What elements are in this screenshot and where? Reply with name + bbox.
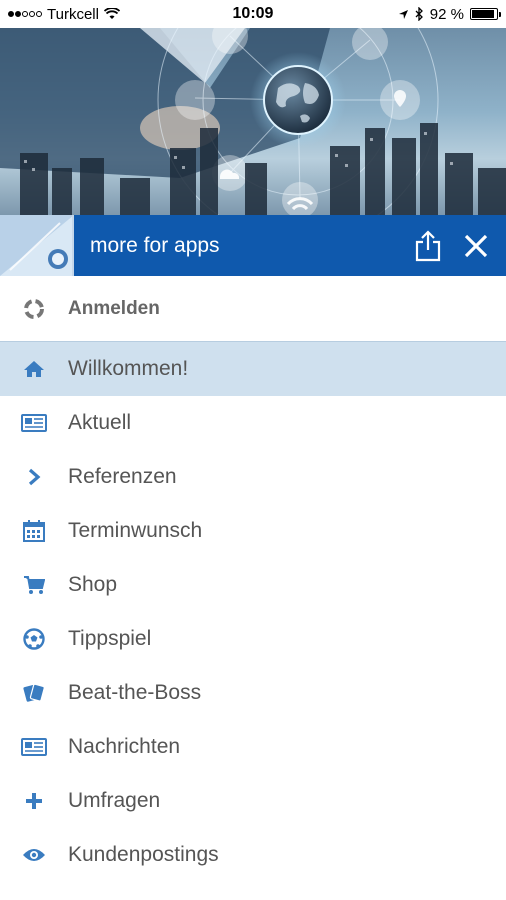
menu-item-label: Referenzen <box>68 464 177 488</box>
plus-icon <box>0 792 68 810</box>
close-icon <box>464 234 488 257</box>
battery-percent: 92 % <box>429 5 464 23</box>
status-left: Turkcell <box>8 6 178 23</box>
city-network-illustration <box>0 28 506 215</box>
chevron-right-icon <box>0 468 68 486</box>
menu-item-label: Shop <box>68 572 118 596</box>
home-icon <box>0 360 68 378</box>
menu-item-label: Anmelden <box>68 297 160 319</box>
status-bar: Turkcell 10:09 92 % <box>0 0 506 28</box>
status-right: 92 % <box>328 5 501 23</box>
menu-item-terminwunsch[interactable]: Terminwunsch <box>0 504 506 558</box>
login-icon <box>0 298 68 320</box>
cart-icon <box>0 575 68 595</box>
wifi-icon <box>103 8 120 19</box>
app-title: more for apps <box>90 233 220 257</box>
share-button[interactable] <box>404 222 452 270</box>
signal-strength-icon <box>8 11 42 17</box>
app-logo <box>0 215 74 276</box>
calendar-icon <box>0 519 68 542</box>
bluetooth-icon <box>415 7 423 21</box>
hero-banner-image <box>0 28 506 215</box>
app-header: more for apps <box>0 215 506 276</box>
close-button[interactable] <box>452 222 500 270</box>
menu-item-tippspiel[interactable]: Tippspiel <box>0 612 506 666</box>
menu-item-label: Beat-the-Boss <box>68 680 202 704</box>
battery-icon <box>470 8 501 20</box>
menu-item-label: Umfragen <box>68 788 161 812</box>
status-time: 10:09 <box>232 5 274 22</box>
menu-item-label: Tippspiel <box>68 626 152 650</box>
location-arrow-icon <box>398 9 408 19</box>
menu-item-label: Kundenpostings <box>68 842 219 866</box>
menu-item-shop[interactable]: Shop <box>0 558 506 612</box>
menu-item-beat-the-boss[interactable]: Beat-the-Boss <box>0 666 506 720</box>
menu-item-umfragen[interactable]: Umfragen <box>0 774 506 828</box>
menu-item-label: Willkommen! <box>68 356 189 380</box>
menu-item-label: Nachrichten <box>68 734 181 758</box>
newspaper-icon <box>0 737 68 756</box>
soccer-ball-icon <box>0 627 68 650</box>
menu-item-aktuell[interactable]: Aktuell <box>0 396 506 450</box>
menu-item-label: Aktuell <box>68 410 132 434</box>
side-menu: Anmelden Willkommen! Aktuell Referenzen … <box>0 276 506 882</box>
menu-item-label: Terminwunsch <box>68 518 203 542</box>
newspaper-icon <box>0 413 68 432</box>
menu-item-nachrichten[interactable]: Nachrichten <box>0 720 506 774</box>
share-icon <box>415 229 441 261</box>
menu-item-willkommen[interactable]: Willkommen! <box>0 342 506 396</box>
menu-item-kundenpostings[interactable]: Kundenpostings <box>0 828 506 882</box>
menu-item-anmelden[interactable]: Anmelden <box>0 276 506 342</box>
carrier-name: Turkcell <box>47 5 99 23</box>
eye-icon <box>0 847 68 863</box>
menu-item-referenzen[interactable]: Referenzen <box>0 450 506 504</box>
cards-icon <box>0 682 68 704</box>
